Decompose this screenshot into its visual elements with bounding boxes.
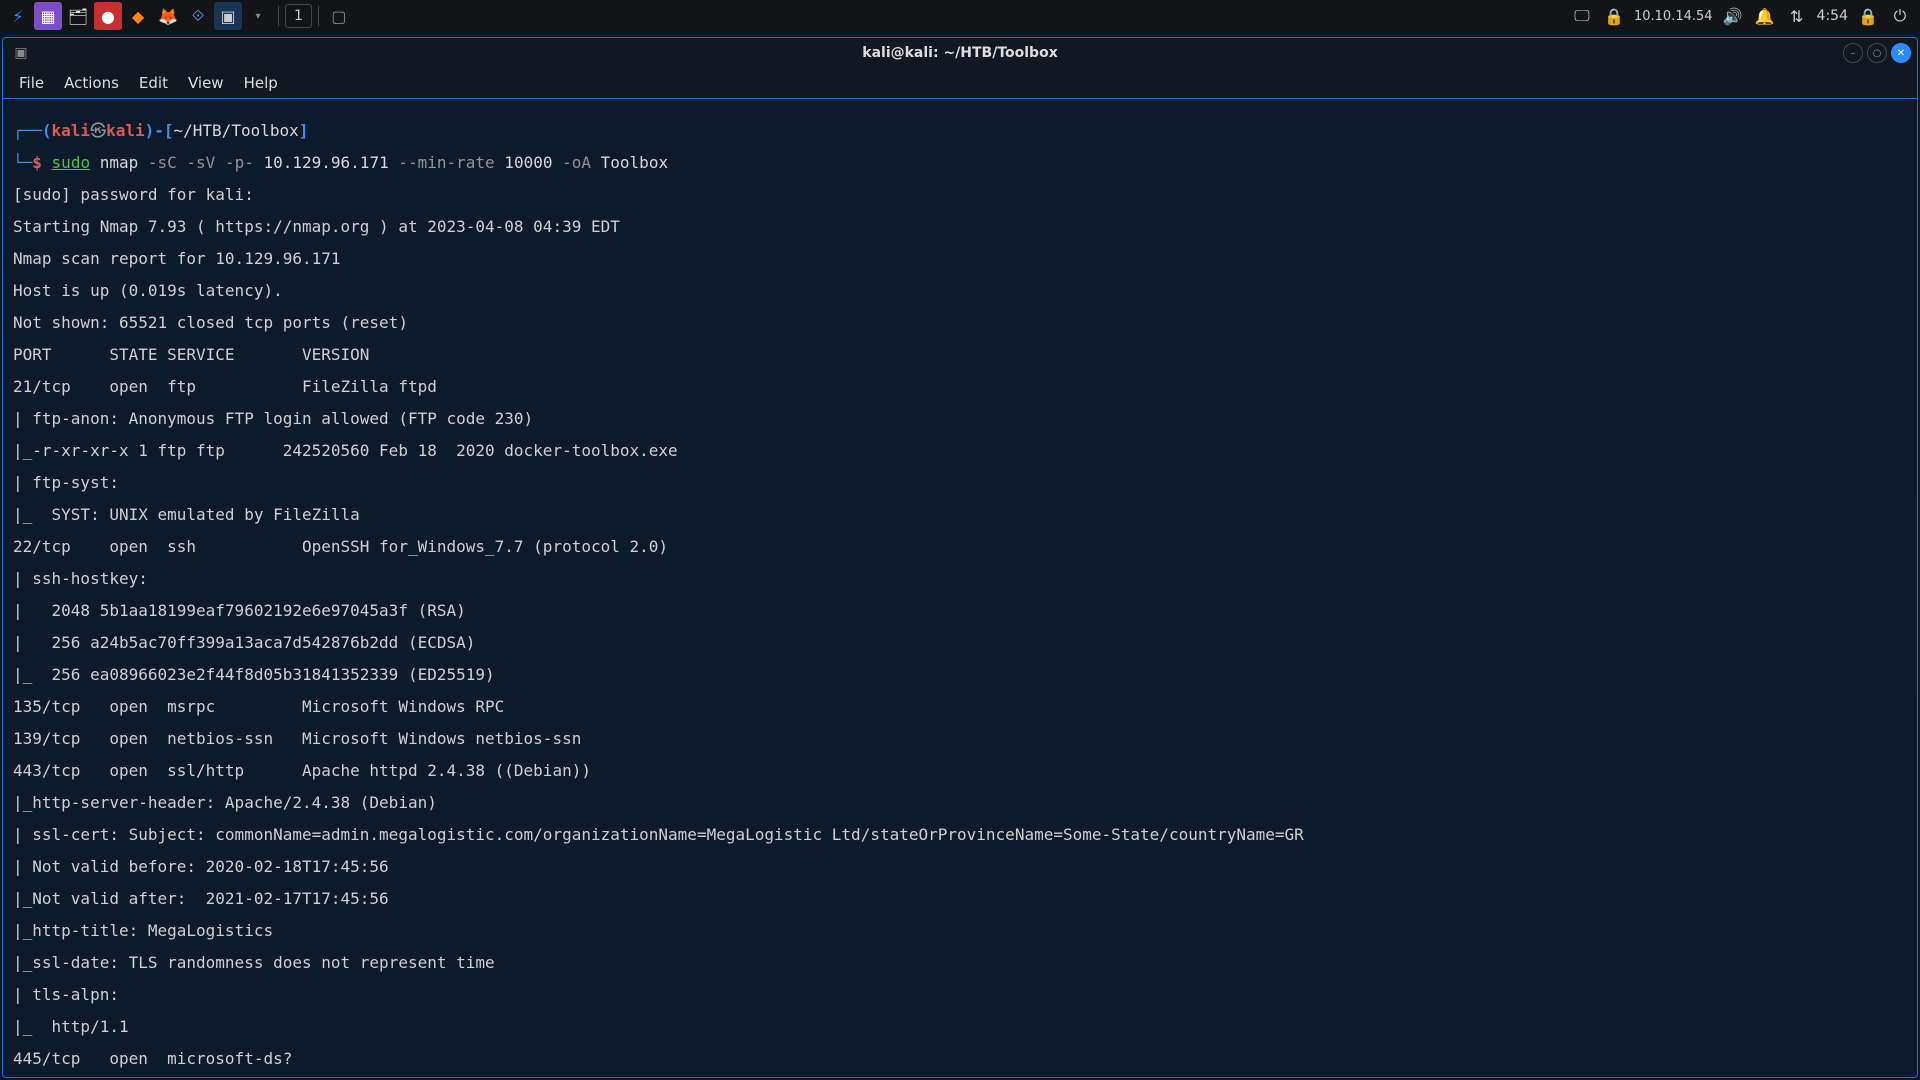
output-line: 22/tcp open ssh OpenSSH for_Windows_7.7 … [13,539,1907,555]
output-line: |_Not valid after: 2021-02-17T17:45:56 [13,891,1907,907]
output-line: | Not valid before: 2020-02-18T17:45:56 [13,859,1907,875]
cherrytree-icon[interactable]: ● [94,2,122,30]
output-line: |_ SYST: UNIX emulated by FileZilla [13,507,1907,523]
network-icon[interactable]: ⇅ [1785,2,1809,30]
add-workspace-icon[interactable]: ▢ [325,2,353,30]
separator [318,6,319,26]
output-line: | 256 a24b5ac70ff399a13aca7d542876b2dd (… [13,635,1907,651]
output-line: |_-r-xr-xr-x 1 ftp ftp 242520560 Feb 18 … [13,443,1907,459]
maximize-button[interactable]: ○ [1867,43,1887,63]
vscode-icon[interactable]: ⟐ [184,2,212,30]
output-line: | 2048 5b1aa18199eaf79602192e6e97045a3f … [13,603,1907,619]
menu-view[interactable]: View [180,70,232,96]
terminal-content[interactable]: ┌──(kali㉿kali)-[~/HTB/Toolbox] └─$ sudo … [3,98,1917,1077]
taskbar: ⚡ ▦ 🗂 ● ◆ 🦊 ⟐ ▣ ▾ 1 ▢ 🖵 🔒 10.10.14.54 🔊 … [0,0,1920,32]
window-title: kali@kali: ~/HTB/Toolbox [862,45,1057,61]
kali-menu-icon[interactable]: ⚡ [4,2,32,30]
output-line: |_http-title: MegaLogistics [13,923,1907,939]
output-line: PORT STATE SERVICE VERSION [13,347,1907,363]
menu-help[interactable]: Help [236,70,286,96]
burpsuite-icon[interactable]: ◆ [124,2,152,30]
menu-edit[interactable]: Edit [131,70,176,96]
terminal-icon[interactable]: ▣ [214,2,242,30]
prompt-line-1: ┌──(kali㉿kali)-[~/HTB/Toolbox] [13,123,1907,139]
output-line: |_ssl-date: TLS randomness does not repr… [13,955,1907,971]
output-line: Not shown: 65521 closed tcp ports (reset… [13,315,1907,331]
close-button[interactable]: ✕ [1891,43,1911,63]
output-line: 445/tcp open microsoft-ds? [13,1051,1907,1067]
output-line: Host is up (0.019s latency). [13,283,1907,299]
vpn-lock-icon[interactable]: 🔒 [1602,2,1626,30]
output-line: |_http-server-header: Apache/2.4.38 (Deb… [13,795,1907,811]
output-line: 443/tcp open ssl/http Apache httpd 2.4.3… [13,763,1907,779]
firefox-icon[interactable]: 🦊 [154,2,182,30]
menu-actions[interactable]: Actions [56,70,127,96]
output-line: | tls-alpn: [13,987,1907,1003]
vpn-ip: 10.10.14.54 [1634,9,1713,24]
titlebar[interactable]: ▣ kali@kali: ~/HTB/Toolbox – ○ ✕ [3,38,1917,68]
desktop-switcher-icon[interactable]: ▦ [34,2,62,30]
output-line: [sudo] password for kali: [13,187,1907,203]
menu-file[interactable]: File [11,70,52,96]
output-line: |_ 256 ea08966023e2f44f8d05b31841352339 … [13,667,1907,683]
output-line: | ssl-cert: Subject: commonName=admin.me… [13,827,1907,843]
power-icon[interactable]: ⏻ [1888,2,1912,30]
clock: 4:54 [1817,8,1848,24]
output-line: | ftp-syst: [13,475,1907,491]
output-line: |_ http/1.1 [13,1019,1907,1035]
notification-icon[interactable]: 🔔 [1753,2,1777,30]
file-manager-icon[interactable]: 🗂 [64,2,92,30]
terminal-window: ▣ kali@kali: ~/HTB/Toolbox – ○ ✕ File Ac… [2,37,1918,1078]
output-line: Starting Nmap 7.93 ( https://nmap.org ) … [13,219,1907,235]
display-icon[interactable]: 🖵 [1570,2,1594,30]
output-line: | ftp-anon: Anonymous FTP login allowed … [13,411,1907,427]
output-line: | ssh-hostkey: [13,571,1907,587]
output-line: Nmap scan report for 10.129.96.171 [13,251,1907,267]
lock-icon[interactable]: 🔒 [1856,2,1880,30]
workspace-indicator[interactable]: 1 [285,4,312,28]
minimize-button[interactable]: – [1843,43,1863,63]
dropdown-arrow-icon[interactable]: ▾ [244,2,272,30]
separator [278,6,279,26]
output-line: 21/tcp open ftp FileZilla ftpd [13,379,1907,395]
menubar: File Actions Edit View Help [3,68,1917,98]
output-line: 135/tcp open msrpc Microsoft Windows RPC [13,699,1907,715]
volume-icon[interactable]: 🔊 [1721,2,1745,30]
command-line: └─$ sudo nmap -sC -sV -p- 10.129.96.171 … [13,155,1907,171]
window-menu-icon[interactable]: ▣ [9,41,33,65]
output-line: 139/tcp open netbios-ssn Microsoft Windo… [13,731,1907,747]
system-tray: 🖵 🔒 10.10.14.54 🔊 🔔 ⇅ 4:54 🔒 ⏻ [1570,2,1912,30]
